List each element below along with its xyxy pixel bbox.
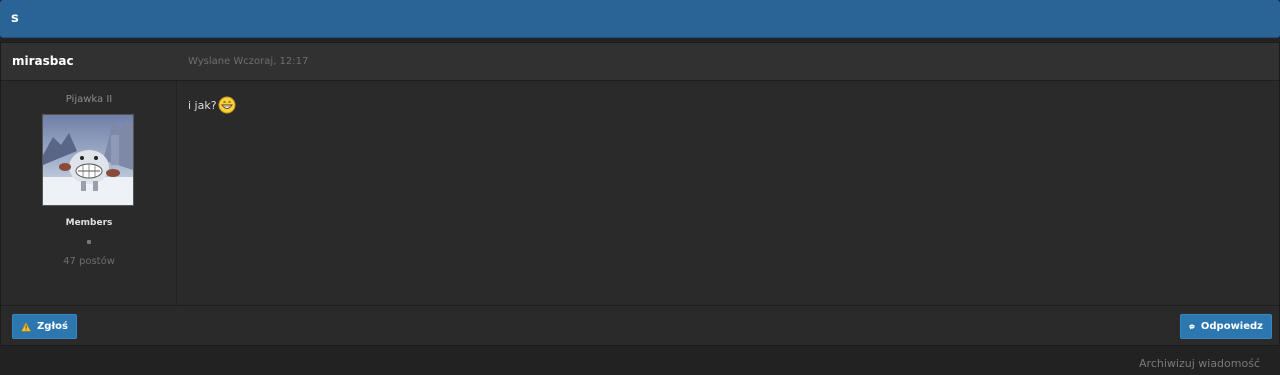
speech-bubble-icon <box>1189 324 1195 329</box>
post-count: 47 postów <box>63 256 115 267</box>
topic-title: s <box>11 11 19 26</box>
post-container: mirasbac Wyslane Wczoraj, 12:17 Pijawka … <box>0 42 1280 346</box>
grinning-face-icon <box>218 96 236 114</box>
reply-button[interactable]: Odpowiedz <box>1180 314 1272 339</box>
post-text: i jak? <box>188 98 217 112</box>
topic-title-bar: s <box>0 0 1280 38</box>
author-name-link[interactable]: mirasbac <box>12 54 74 68</box>
post-date: Wyslane Wczoraj, 12:17 <box>188 56 309 67</box>
warning-icon <box>21 321 32 332</box>
avatar[interactable] <box>42 114 134 206</box>
post-body: i jak? <box>188 96 236 114</box>
post-header: mirasbac Wyslane Wczoraj, 12:17 <box>1 43 1279 81</box>
reputation-pip <box>87 240 91 244</box>
reply-button-label: Odpowiedz <box>1200 321 1263 332</box>
rank-title: Pijawka II <box>65 94 113 105</box>
report-button[interactable]: Zgłoś <box>12 314 77 339</box>
author-sidebar: Pijawka II Members 47 postów <box>1 81 177 306</box>
post-footer: Zgłoś Odpowiedz <box>1 305 1279 346</box>
member-group: Members <box>65 218 113 228</box>
avatar-image <box>43 115 133 205</box>
archive-message-link[interactable]: Archiwizuj wiadomość <box>1139 357 1260 370</box>
report-button-label: Zgłoś <box>37 321 68 332</box>
